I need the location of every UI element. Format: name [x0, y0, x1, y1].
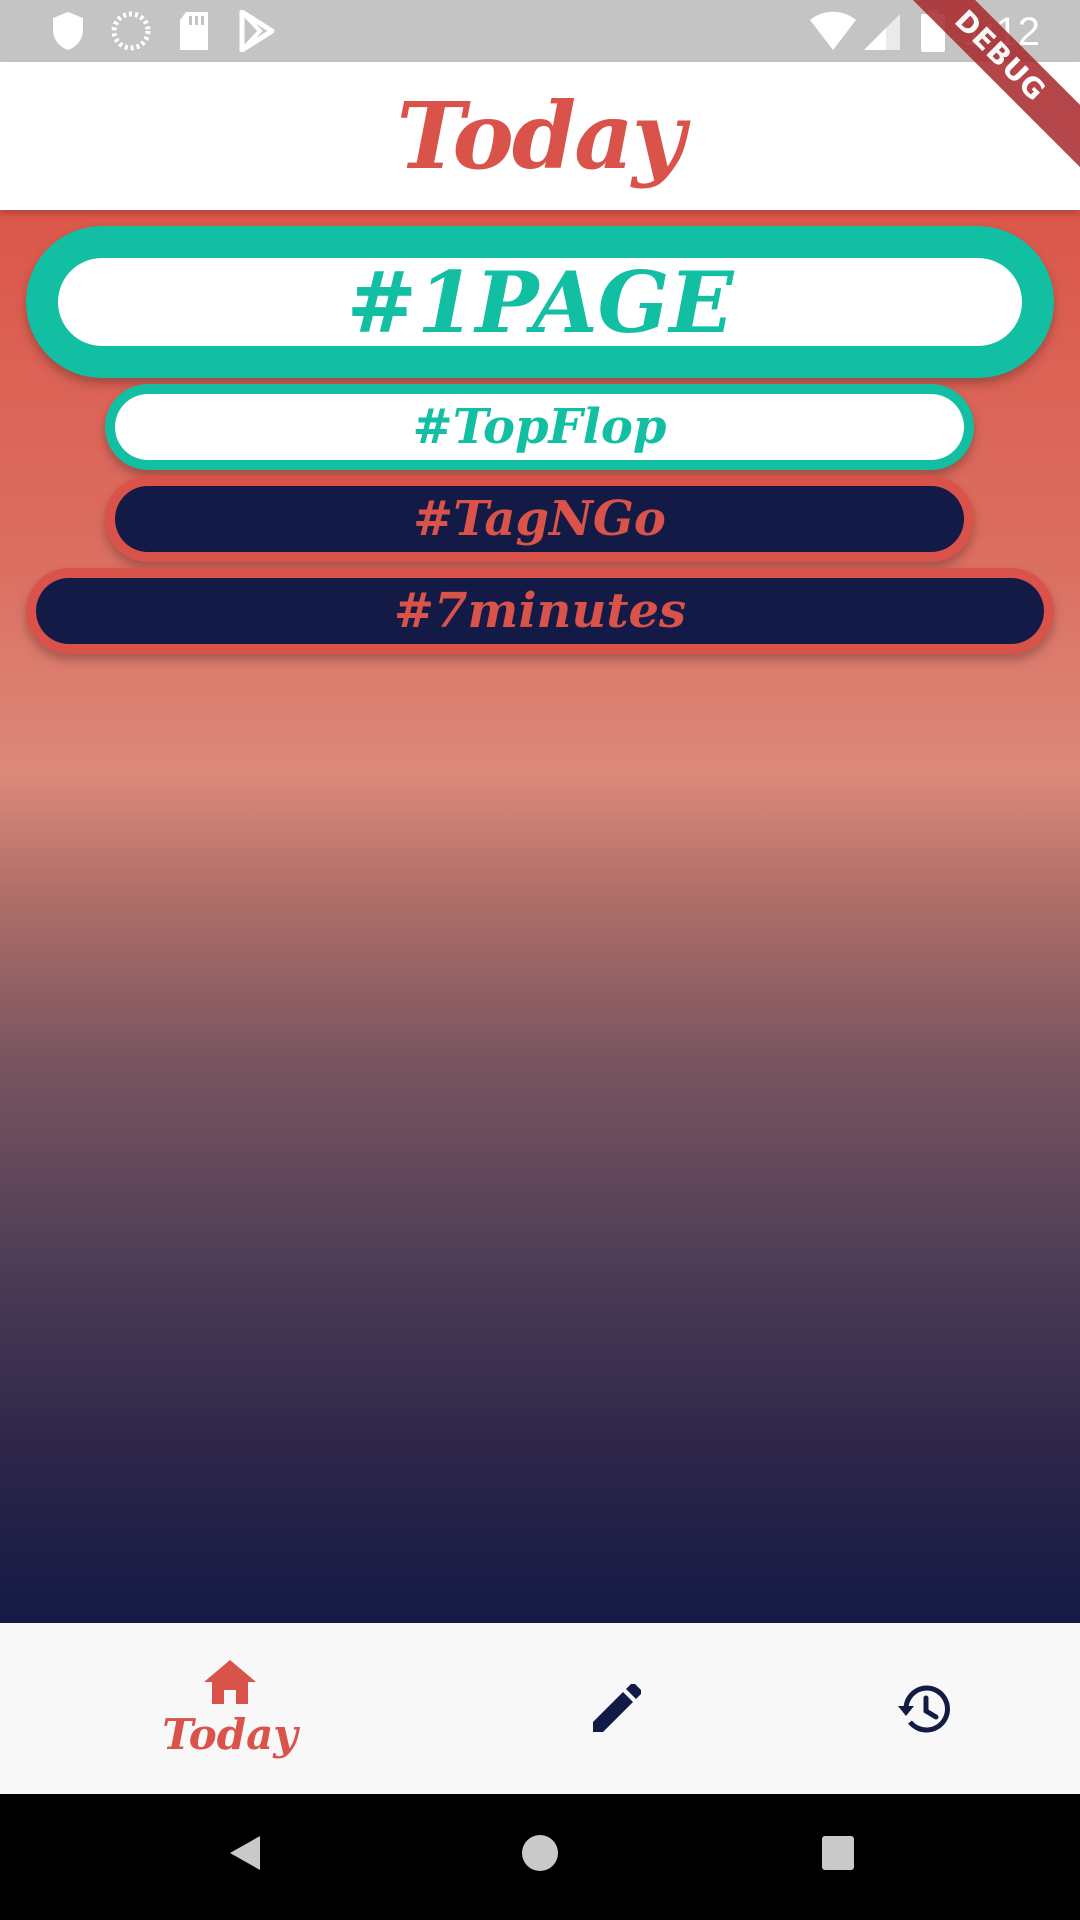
tag-pill-inner: #7minutes	[36, 578, 1044, 644]
tag-label: #TopFlop	[412, 399, 667, 455]
app-bar: Today	[0, 62, 1080, 210]
cell-signal-icon	[864, 14, 900, 50]
nav-item-today[interactable]: Today	[50, 1623, 410, 1794]
recents-icon[interactable]	[819, 1832, 857, 1874]
tag-pill-inner: #1PAGE	[58, 253, 1022, 352]
home-icon	[204, 1660, 256, 1704]
page-title: Today	[396, 82, 686, 190]
nav-item-label: Today	[162, 1710, 298, 1759]
edit-pencil-icon	[593, 1683, 641, 1732]
tag-pill-inner: #TagNGo	[115, 486, 964, 552]
wifi-icon	[810, 11, 856, 50]
history-icon	[898, 1685, 950, 1732]
tag-pill-inner: #TopFlop	[115, 394, 964, 460]
home-circle-icon[interactable]	[520, 1832, 560, 1874]
tag-label: #1PAGE	[346, 252, 734, 352]
bottom-nav: Today	[0, 1623, 1080, 1794]
back-icon[interactable]	[224, 1832, 266, 1874]
tag-pill-1page[interactable]: #1PAGE	[26, 226, 1054, 378]
tag-pill-topflop[interactable]: #TopFlop	[105, 384, 974, 470]
nav-item-history[interactable]	[744, 1623, 1080, 1794]
shield-icon	[53, 12, 83, 50]
tag-label: #TagNGo	[413, 491, 666, 547]
tag-label: #7minutes	[393, 583, 687, 639]
tag-list: #1PAGE #TopFlop #TagNGo #7minutes	[0, 210, 1080, 1623]
system-nav-bar	[0, 1794, 1080, 1920]
play-store-icon	[239, 10, 275, 52]
status-bar: 1:12	[0, 0, 1080, 62]
sd-card-icon	[180, 12, 208, 50]
nav-item-edit[interactable]	[436, 1623, 796, 1794]
loading-circle-icon	[111, 11, 151, 51]
tag-pill-7minutes[interactable]: #7minutes	[26, 568, 1054, 654]
tag-pill-tagngo[interactable]: #TagNGo	[105, 476, 974, 562]
